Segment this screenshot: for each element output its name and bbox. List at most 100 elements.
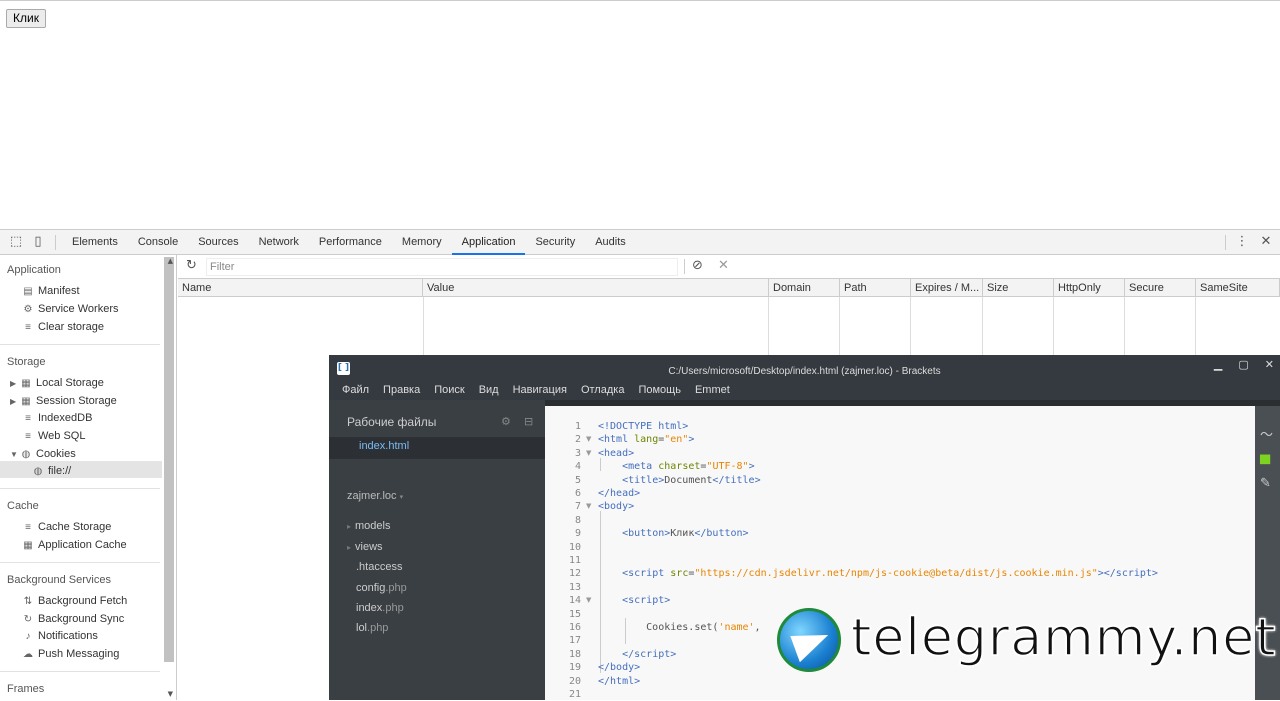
column-value[interactable]: Value [423,279,769,297]
line-number: 20 [568,675,581,687]
menu-help[interactable]: Помощь [631,380,688,400]
folder-caret-icon: ▸ [347,543,352,552]
sidebar-item-cookie-file[interactable]: ◍ file:// [32,463,72,480]
divider [1124,297,1125,357]
tree-file-index[interactable]: index.php [356,602,404,614]
scroll-down-icon[interactable]: ▼ [168,690,173,698]
tab-memory[interactable]: Memory [392,230,452,255]
sidebar-item-web-sql[interactable]: ≡ Web SQL [22,428,85,445]
manifest-icon: ▤ [23,286,33,297]
divider [1225,235,1226,250]
tree-file-lol[interactable]: lol.php [356,622,388,634]
filter-input[interactable]: Filter [206,258,678,276]
sidebar-item-application-cache[interactable]: ▦ Application Cache [22,537,126,554]
sidebar-item-indexeddb[interactable]: ≡ IndexedDB [22,410,92,427]
divider [982,297,983,357]
line-number: 10 [568,541,581,553]
tab-network[interactable]: Network [249,230,309,255]
menu-debug[interactable]: Отладка [574,380,631,400]
tree-folder-models[interactable]: ▸ models [347,520,390,532]
column-httponly[interactable]: HttpOnly [1054,279,1125,297]
divider [1195,297,1196,357]
tree-folder-views[interactable]: ▸ views [347,541,383,553]
selected-row-highlight [0,461,162,478]
line-number: 15 [568,608,581,620]
project-dropdown[interactable]: zajmer.loc ▾ [347,490,403,502]
tab-performance[interactable]: Performance [309,230,392,255]
line-number: 4 [574,461,581,473]
storage-section-header: Storage [7,356,46,368]
scroll-up-icon[interactable]: ▲ [168,257,173,265]
divider [839,297,840,357]
tab-security[interactable]: Security [525,230,585,255]
sidebar-item-push-messaging[interactable]: ☁ Push Messaging [22,646,119,663]
menu-edit[interactable]: Правка [376,380,427,400]
more-options-icon[interactable]: ⋮ [1234,234,1250,250]
sidebar-scrollbar[interactable] [164,257,174,662]
divider [1053,297,1054,357]
extension-manager-icon[interactable]: ▅ [1260,450,1270,465]
clear-all-icon[interactable]: ⊘ [692,258,703,273]
line-number: 5 [574,474,581,486]
line-number: 2 [574,434,581,446]
expand-arrow-icon[interactable]: ▶ [10,375,20,392]
working-file-item[interactable]: index.html [329,437,545,459]
tab-elements[interactable]: Elements [62,230,128,255]
menu-navigate[interactable]: Навигация [506,380,574,400]
sidebar-item-clear-storage[interactable]: ≡ Clear storage [22,319,104,336]
device-toolbar-icon[interactable]: ▯ [30,234,46,250]
sidebar-item-background-fetch[interactable]: ⇅ Background Fetch [22,593,127,610]
sidebar-item-manifest[interactable]: ▤ Manifest [22,283,79,300]
menu-find[interactable]: Поиск [427,380,471,400]
window-close-icon[interactable]: ✕ [1265,358,1274,371]
magic-wand-icon[interactable]: ✎ [1260,476,1271,491]
line-number: 8 [574,514,581,526]
click-button[interactable]: Клик [6,9,46,28]
line-number: 11 [568,555,581,566]
tab-audits[interactable]: Audits [585,230,636,255]
sidebar-item-service-workers[interactable]: ⚙ Service Workers [22,301,119,318]
expand-arrow-icon[interactable]: ▶ [10,393,20,410]
column-expires[interactable]: Expires / M... [911,279,983,297]
code-line: </script> [622,648,677,660]
sidebar-item-notifications[interactable]: ♪ Notifications [22,628,98,645]
maximize-icon[interactable]: ▢ [1238,358,1248,371]
column-domain[interactable]: Domain [769,279,840,297]
line-number: 3 [574,447,581,459]
grid-icon: ▦ [23,540,33,551]
tab-sources[interactable]: Sources [188,230,248,255]
refresh-icon[interactable]: ↻ [186,258,197,273]
fold-arrow-icon[interactable]: ▼ [586,433,591,446]
menu-view[interactable]: Вид [472,380,506,400]
column-secure[interactable]: Secure [1125,279,1196,297]
fold-arrow-icon[interactable]: ▼ [586,500,591,513]
tab-console[interactable]: Console [128,230,188,255]
delete-selected-icon[interactable]: ✕ [718,258,729,273]
tree-file-config[interactable]: config.php [356,582,407,594]
column-name[interactable]: Name [178,279,423,297]
tab-application[interactable]: Application [451,230,526,255]
code-line: <meta charset="UTF-8"> [622,461,755,473]
gear-icon[interactable]: ⚙ [501,415,511,428]
sidebar-item-session-storage[interactable]: ▶ ▦ Session Storage [10,393,117,410]
database-icon: ≡ [25,413,31,424]
tree-file-htaccess[interactable]: .htaccess [356,561,402,573]
minimize-icon[interactable]: ▁ [1214,358,1222,371]
fold-arrow-icon[interactable]: ▼ [586,594,591,607]
close-icon[interactable]: ✕ [1258,234,1274,250]
column-size[interactable]: Size [983,279,1054,297]
code-line: <button>Клик</button> [622,528,749,540]
sidebar-item-cache-storage[interactable]: ≡ Cache Storage [22,519,111,536]
column-samesite[interactable]: SameSite [1196,279,1280,297]
menu-file[interactable]: Файл [335,380,376,400]
inspect-element-icon[interactable]: ⬚ [8,234,24,250]
brackets-titlebar: [ ] C:/Users/microsoft/Desktop/index.htm… [329,355,1280,380]
split-view-icon[interactable]: ⊟ [524,415,533,428]
fold-arrow-icon[interactable]: ▼ [586,447,591,460]
menu-emmet[interactable]: Emmet [688,380,737,400]
folder-caret-icon: ▸ [347,522,352,531]
live-preview-icon[interactable]: 〜 [1260,424,1273,443]
column-path[interactable]: Path [840,279,911,297]
sidebar-item-background-sync[interactable]: ↻ Background Sync [22,611,124,628]
sidebar-item-local-storage[interactable]: ▶ ▦ Local Storage [10,375,104,392]
